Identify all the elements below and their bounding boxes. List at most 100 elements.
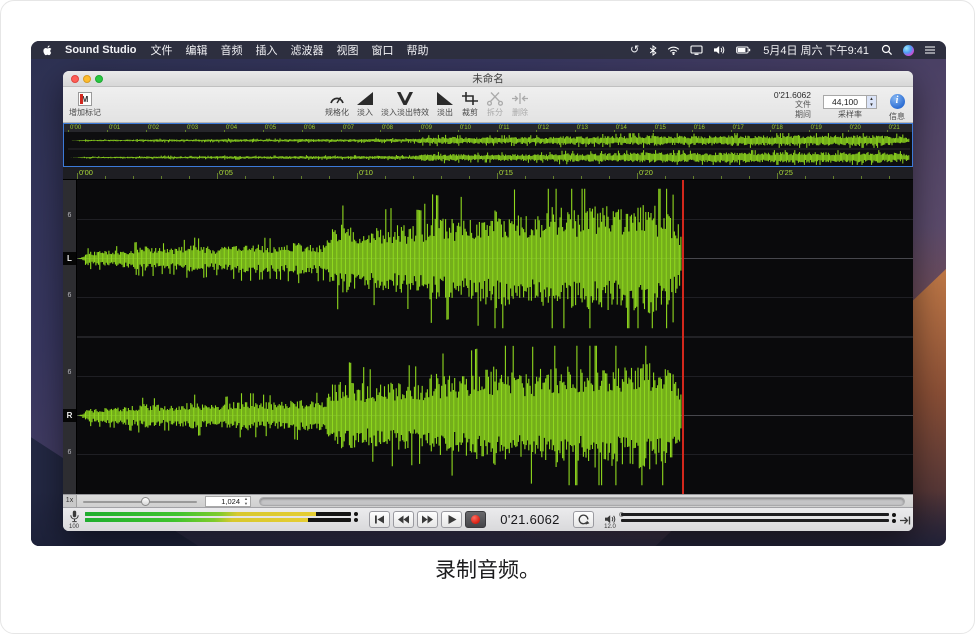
- ruler-tick: [301, 176, 302, 179]
- ruler-tick: [385, 176, 386, 179]
- ruler-tick: [777, 173, 778, 179]
- ruler-label: 0'07: [343, 124, 354, 132]
- input-gain-value: 100: [65, 524, 83, 530]
- info-button[interactable]: i: [890, 94, 905, 109]
- record-icon: [471, 515, 480, 524]
- ruler-tick: [189, 176, 190, 179]
- output-level-meter: [621, 519, 889, 522]
- window-titlebar[interactable]: 未命名: [63, 71, 913, 87]
- menu-item-filter[interactable]: 滤波器: [290, 42, 323, 58]
- duration-value: 0'21.6062: [774, 90, 811, 100]
- scale-label: 6: [63, 369, 76, 376]
- minimize-button[interactable]: [83, 75, 91, 83]
- ruler-tick: [497, 173, 498, 179]
- ruler-label: 0'15: [499, 168, 513, 177]
- spotlight-icon[interactable]: [881, 44, 893, 56]
- clip-indicator: [354, 518, 358, 522]
- horizontal-scrollbar[interactable]: [259, 497, 905, 506]
- channel-label-left: L: [63, 252, 76, 265]
- ruler-tick: [469, 176, 470, 179]
- menu-item-window[interactable]: 窗口: [371, 42, 393, 58]
- menu-datetime[interactable]: 5月4日 周六 下午9:41: [763, 42, 869, 58]
- time-ruler[interactable]: 0'000'050'100'150'200'250'3: [63, 167, 913, 180]
- ruler-label: 0'16: [694, 124, 705, 132]
- normalize-icon: [328, 90, 346, 106]
- ruler-label: 0'02: [148, 124, 159, 132]
- fade-in-out-icon: [396, 90, 414, 106]
- siri-icon[interactable]: [903, 45, 914, 56]
- time-display: 0'21.6062: [491, 512, 569, 527]
- ruler-tick: [889, 176, 890, 179]
- battery-icon[interactable]: [736, 46, 751, 54]
- overview-pane[interactable]: 0'000'010'020'030'040'050'060'070'080'09…: [63, 123, 913, 167]
- notification-center-icon[interactable]: [924, 45, 936, 55]
- sync-icon[interactable]: ↺: [630, 45, 639, 56]
- info-control: i 信息: [889, 94, 905, 122]
- ruler-label: 0'00: [79, 168, 93, 177]
- ruler-label: 0'03: [187, 124, 198, 132]
- loop-button[interactable]: [573, 511, 594, 528]
- ruler-tick: [105, 176, 106, 179]
- menu-item-insert[interactable]: 插入: [255, 42, 277, 58]
- menu-app-name[interactable]: Sound Studio: [65, 44, 136, 56]
- fade-in-out-button[interactable]: 淡入淡出特效: [381, 90, 429, 118]
- ruler-label: 0'11: [499, 124, 510, 132]
- add-marker-label: 增加标记: [69, 107, 101, 118]
- buffer-stepper[interactable]: ▲▼: [242, 497, 250, 506]
- add-marker-button[interactable]: M 增加标记: [69, 90, 101, 118]
- clip-indicator: [354, 512, 358, 516]
- ruler-label: 0'25: [779, 168, 793, 177]
- sample-rate-value[interactable]: 44,100: [823, 95, 867, 109]
- ruler-label: 0'15: [655, 124, 666, 132]
- skip-to-end-icon[interactable]: [899, 513, 912, 531]
- ruler-label: 0'05: [219, 168, 233, 177]
- ruler-tick: [833, 176, 834, 179]
- menu-item-view[interactable]: 视图: [336, 42, 358, 58]
- bluetooth-icon[interactable]: [649, 45, 657, 56]
- menu-item-help[interactable]: 帮助: [406, 42, 428, 58]
- wifi-icon[interactable]: [667, 45, 680, 55]
- zoom-slider[interactable]: [83, 495, 197, 507]
- play-button[interactable]: [441, 511, 462, 528]
- fade-in-button[interactable]: 淡入: [356, 90, 374, 118]
- overview-waveform[interactable]: [64, 132, 912, 166]
- menu-item-audio[interactable]: 音频: [220, 42, 242, 58]
- desktop: Sound Studio 文件 编辑 音频 插入 滤波器 视图 窗口 帮助 ↺: [31, 41, 946, 546]
- ruler-label: 0'17: [733, 124, 744, 132]
- delete-button: 删除: [511, 90, 529, 118]
- fast-forward-button[interactable]: [417, 511, 438, 528]
- clip-indicator: [892, 513, 896, 517]
- zoom-button[interactable]: [95, 75, 103, 83]
- waveform-editor[interactable]: 6 L 6 6 R 6: [63, 180, 913, 494]
- apple-menu-icon[interactable]: [41, 44, 52, 57]
- zoom-slider-thumb[interactable]: [141, 497, 150, 506]
- playhead: [682, 180, 684, 494]
- go-to-start-button[interactable]: [369, 511, 390, 528]
- fade-out-button[interactable]: 淡出: [436, 90, 454, 118]
- zoom-bar: 1x 1,024 ▲▼: [63, 494, 913, 507]
- crop-button[interactable]: 裁剪: [461, 90, 479, 118]
- menu-item-file[interactable]: 文件: [150, 42, 172, 58]
- close-button[interactable]: [71, 75, 79, 83]
- ruler-label: 0'20: [639, 168, 653, 177]
- volume-icon[interactable]: [713, 45, 726, 55]
- ruler-label: 0'18: [772, 124, 783, 132]
- scale-label: 6: [63, 449, 76, 456]
- display-icon[interactable]: [690, 45, 703, 55]
- stereo-waveform[interactable]: [77, 180, 913, 494]
- menu-item-edit[interactable]: 编辑: [185, 42, 207, 58]
- rewind-button[interactable]: [393, 511, 414, 528]
- ruler-tick: [721, 176, 722, 179]
- ruler-label: 0'19: [811, 124, 822, 132]
- sample-rate-stepper[interactable]: ▲▼: [867, 95, 877, 109]
- device-frame: Sound Studio 文件 编辑 音频 插入 滤波器 视图 窗口 帮助 ↺: [0, 0, 975, 634]
- overview-ruler: 0'000'010'020'030'040'050'060'070'080'09…: [64, 124, 912, 132]
- ruler-label: 0'04: [226, 124, 237, 132]
- ruler-tick: [805, 176, 806, 179]
- input-level-meter: [85, 512, 351, 516]
- normalize-button[interactable]: 规格化: [325, 90, 349, 118]
- zoom-speed[interactable]: 1x: [63, 495, 77, 507]
- record-button[interactable]: [465, 511, 486, 528]
- buffer-size-select[interactable]: 1,024 ▲▼: [205, 496, 251, 507]
- ruler-tick: [553, 176, 554, 179]
